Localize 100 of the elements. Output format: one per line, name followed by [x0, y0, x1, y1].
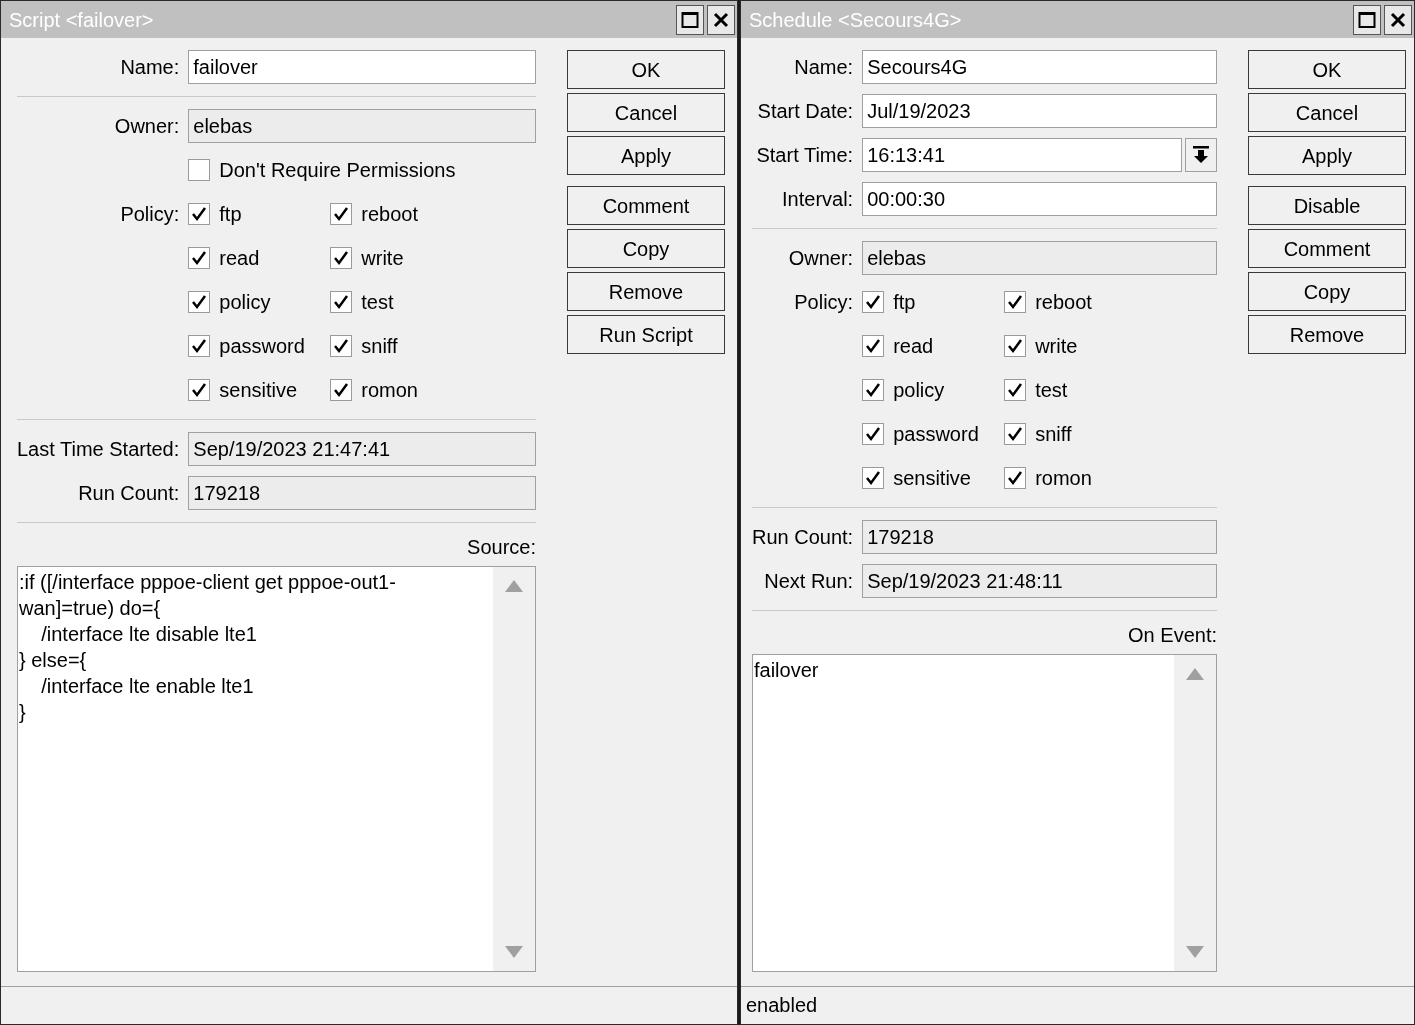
input-field[interactable]: 00:00:30: [862, 182, 1217, 216]
checkbox[interactable]: [330, 379, 353, 401]
input-field[interactable]: 16:13:41: [862, 138, 1182, 172]
check-icon: [191, 250, 208, 266]
dialog-button[interactable]: Cancel: [1248, 93, 1406, 132]
checkbox[interactable]: [862, 467, 885, 489]
checkbox[interactable]: [862, 423, 885, 445]
check-icon: [333, 250, 350, 266]
input-field[interactable]: failover: [188, 50, 536, 84]
checkbox-label: write: [361, 246, 404, 271]
dialog-button[interactable]: Apply: [567, 136, 725, 175]
checkbox[interactable]: [862, 291, 885, 313]
checkbox[interactable]: [330, 291, 353, 313]
input-field: elebas: [188, 109, 536, 143]
checkbox[interactable]: [188, 379, 211, 401]
maximize-icon: [1358, 10, 1376, 29]
input-field: 179218: [188, 476, 536, 510]
check-icon: [1007, 426, 1024, 442]
checkbox-label: reboot: [361, 202, 418, 227]
code-line: wan]=true) do={: [19, 596, 162, 621]
checkbox-label: romon: [1035, 466, 1092, 491]
checkbox-label: test: [1035, 378, 1068, 403]
dropdown-button[interactable]: [1185, 138, 1217, 172]
check-icon: [1007, 338, 1024, 354]
field-label: Run Count:: [77, 481, 180, 506]
checkbox[interactable]: [330, 203, 353, 225]
checkbox-label: policy: [893, 378, 945, 403]
dialog-button[interactable]: Apply: [1248, 136, 1406, 175]
maximize-button[interactable]: [1353, 4, 1381, 35]
checkbox-label: ftp: [893, 290, 916, 315]
check-icon: [1007, 470, 1024, 486]
checkbox[interactable]: [1004, 467, 1027, 489]
checkbox-label: romon: [361, 378, 418, 403]
check-icon: [191, 294, 208, 310]
dialog-button[interactable]: OK: [567, 50, 725, 89]
checkbox-label: ftp: [219, 202, 242, 227]
check-icon: [191, 338, 208, 354]
checkbox[interactable]: [188, 203, 211, 225]
checkbox[interactable]: [188, 335, 211, 357]
input-field[interactable]: Jul/19/2023: [862, 94, 1217, 128]
input-field: elebas: [862, 241, 1217, 275]
check-icon: [1007, 382, 1024, 398]
field-label: Policy:: [793, 290, 854, 315]
close-icon: [1390, 11, 1406, 28]
field-label: Last Time Started:: [17, 437, 180, 462]
checkbox[interactable]: [1004, 291, 1027, 313]
dialog-button[interactable]: Comment: [1248, 229, 1406, 268]
field-label: Name:: [793, 55, 854, 80]
down-arrow-icon: [1192, 145, 1210, 165]
close-button[interactable]: [707, 4, 735, 35]
checkbox-label: sensitive: [893, 466, 971, 491]
checkbox[interactable]: [330, 247, 353, 269]
check-icon: [333, 338, 350, 354]
check-icon: [865, 470, 882, 486]
close-button[interactable]: [1384, 4, 1412, 35]
checkbox[interactable]: [1004, 423, 1027, 445]
field-label: Run Count:: [752, 525, 854, 550]
checkbox[interactable]: [188, 159, 211, 181]
code-line: /interface lte disable lte1: [40, 622, 258, 647]
maximize-button[interactable]: [676, 4, 704, 35]
field-label: Policy:: [119, 202, 180, 227]
checkbox[interactable]: [1004, 379, 1027, 401]
dialog-button[interactable]: Copy: [1248, 272, 1406, 311]
checkbox-label: read: [893, 334, 934, 359]
checkbox[interactable]: [188, 247, 211, 269]
checkbox[interactable]: [330, 335, 353, 357]
checkbox-label: sniff: [1035, 422, 1072, 447]
checkbox-label: password: [219, 334, 305, 359]
check-icon: [191, 206, 208, 222]
check-icon: [333, 206, 350, 222]
check-icon: [865, 382, 882, 398]
code-line: failover: [754, 658, 820, 683]
field-label: Start Date:: [756, 99, 854, 124]
field-label: Owner:: [787, 246, 854, 271]
dialog-button[interactable]: Cancel: [567, 93, 725, 132]
dialog-button[interactable]: Remove: [1248, 315, 1406, 354]
code-line: /interface lte enable lte1: [40, 674, 255, 699]
checkbox[interactable]: [188, 291, 211, 313]
check-icon: [865, 338, 882, 354]
input-field: 179218: [862, 520, 1217, 554]
text-editor[interactable]: failover: [752, 654, 1217, 972]
dialog-button[interactable]: Remove: [567, 272, 725, 311]
checkbox[interactable]: [1004, 335, 1027, 357]
input-field[interactable]: Secours4G: [862, 50, 1217, 84]
editor-label: On Event:: [1128, 623, 1217, 647]
input-field: Sep/19/2023 21:47:41: [188, 432, 536, 466]
checkbox[interactable]: [862, 335, 885, 357]
check-icon: [865, 426, 882, 442]
check-icon: [191, 382, 208, 398]
dialog-button[interactable]: Copy: [567, 229, 725, 268]
checkbox[interactable]: [862, 379, 885, 401]
text-editor[interactable]: :if ([/interface pppoe-client get pppoe-out1- wan]=true) do={ /interface lte disable lte1 } else={ /interface lte enable lte1 }: [17, 566, 536, 972]
close-icon: [713, 11, 729, 28]
checkbox-label: policy: [219, 290, 271, 315]
dialog-button[interactable]: OK: [1248, 50, 1406, 89]
status-text: enabled: [746, 992, 818, 1018]
dialog-button[interactable]: Comment: [567, 186, 725, 225]
dialog-button[interactable]: Run Script: [567, 315, 725, 354]
dialog-button[interactable]: Disable: [1248, 186, 1406, 225]
check-icon: [865, 294, 882, 310]
